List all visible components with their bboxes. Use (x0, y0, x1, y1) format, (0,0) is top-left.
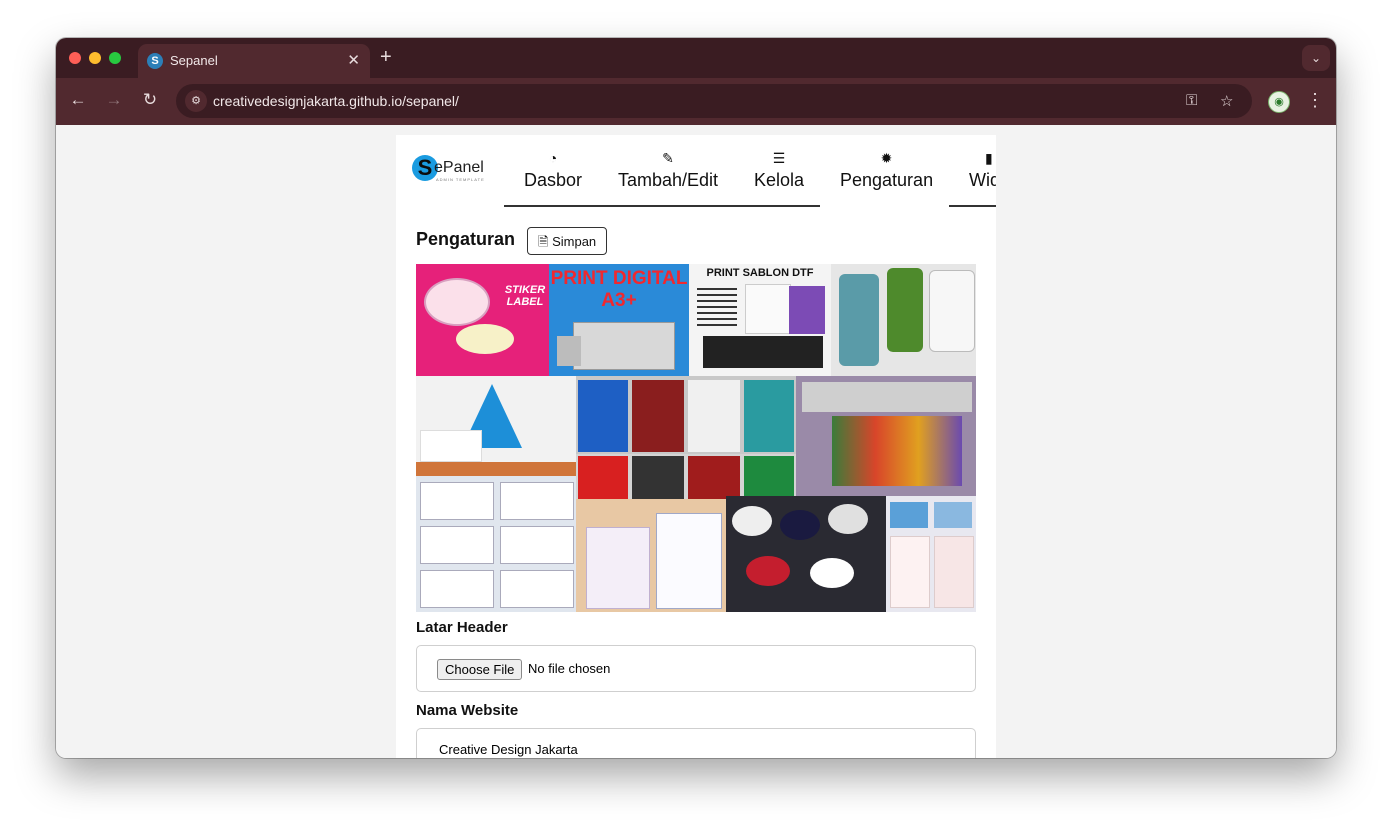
website-name-field (416, 728, 976, 758)
header-background-field: Choose File No file chosen (416, 645, 976, 692)
reload-icon[interactable]: ↻ (139, 89, 161, 111)
address-bar[interactable]: ⚙ creativedesignjakarta.github.io/sepane… (176, 84, 1252, 118)
collage-tile-id-cards (416, 476, 576, 612)
site-info-icon[interactable]: ⚙ (185, 90, 207, 112)
zoom-window-button[interactable] (109, 52, 121, 64)
collage-tile-mugs (886, 496, 976, 612)
logo-subtitle: ADMIN TEMPLATE (436, 177, 485, 182)
nav-item-kelola[interactable]: ☰ Kelola (752, 149, 806, 191)
nav-item-tambah-edit[interactable]: ✎ Tambah/Edit (618, 149, 718, 191)
nav-underline-left (504, 205, 820, 207)
header-background-label: Latar Header (416, 619, 508, 636)
new-tab-icon[interactable]: + (380, 46, 392, 68)
settings-icon: ✹ (880, 150, 893, 166)
page-viewport: S ePanel ADMIN TEMPLATE ◔ Dasbor ✎ Tamba… (56, 125, 1336, 758)
tab-search-icon[interactable]: ⌄ (1302, 45, 1330, 71)
collage-tile-tshirts-bottom (576, 454, 796, 499)
collage-tile-nota (576, 499, 726, 612)
tab-title: Sepanel (170, 53, 218, 68)
header-background-preview: STIKER LABEL PRINT DIGITAL A3+ PRINT SAB… (416, 264, 976, 612)
close-window-button[interactable] (69, 52, 81, 64)
nav-label-dasbor: Dasbor (524, 170, 583, 190)
browser-menu-icon[interactable]: ⋮ (1306, 90, 1324, 111)
sepanel-logo[interactable]: S ePanel ADMIN TEMPLATE (412, 155, 492, 183)
collage-caption-sticker: STIKER LABEL (504, 284, 546, 308)
sepanel-container: S ePanel ADMIN TEMPLATE ◔ Dasbor ✎ Tamba… (396, 135, 996, 758)
tab-strip: S Sepanel ✕ + ⌄ (56, 38, 1336, 78)
bookmark-star-icon[interactable]: ☆ (1220, 92, 1233, 110)
minimize-window-button[interactable] (89, 52, 101, 64)
collage-caption-sablon-dtf: PRINT SABLON DTF (706, 267, 814, 279)
collage-tile-stationery (416, 376, 576, 476)
document-icon: 🗎 (538, 234, 549, 249)
browser-tab[interactable]: S Sepanel ✕ (138, 44, 370, 78)
website-name-label: Nama Website (416, 702, 519, 719)
nav-label-pengaturan: Pengaturan (840, 170, 934, 190)
collage-tile-tumbler (831, 264, 976, 376)
page-title: Pengaturan (416, 229, 516, 249)
nav-underline-right (949, 205, 996, 207)
collage-tile-sticker: STIKER LABEL (416, 264, 549, 376)
collage-tile-tshirts-top (576, 376, 796, 454)
nav-item-widget[interactable]: ▮ Widget (969, 149, 996, 191)
collage-caption-print-digital: PRINT DIGITAL A3+ (550, 268, 688, 311)
browser-window: S Sepanel ✕ + ⌄ ← → ↻ ⚙ creativedesignja… (56, 38, 1336, 758)
file-status-text: No file chosen (528, 661, 611, 676)
nav-item-pengaturan[interactable]: ✹ Pengaturan (840, 149, 933, 191)
website-name-input[interactable] (437, 741, 961, 758)
edit-icon: ✎ (662, 150, 674, 166)
list-icon: ☰ (772, 150, 786, 166)
dashboard-icon: ◔ (548, 150, 558, 166)
nav-label-kelola: Kelola (753, 170, 805, 190)
choose-file-button[interactable]: Choose File (437, 659, 523, 680)
collage-tile-caps (726, 496, 886, 612)
nav-item-dasbor[interactable]: ◔ Dasbor (524, 149, 582, 191)
collage-tile-printer (796, 376, 976, 496)
browser-toolbar: ← → ↻ ⚙ creativedesignjakarta.github.io/… (56, 78, 1336, 125)
password-key-icon[interactable]: ⚿ (1186, 92, 1197, 109)
nav-label-tambah-edit: Tambah/Edit (618, 170, 719, 190)
forward-icon[interactable]: → (103, 89, 125, 111)
collage-tile-print-digital: PRINT DIGITAL A3+ (549, 264, 689, 376)
url-text[interactable]: creativedesignjakarta.github.io/sepanel/ (213, 93, 459, 109)
collage-tile-sablon-dtf: PRINT SABLON DTF (689, 264, 831, 376)
save-button-label: Simpan (552, 234, 597, 249)
profile-avatar-icon[interactable]: ◉ (1268, 91, 1290, 113)
sepanel-favicon-icon: S (147, 53, 163, 69)
widget-icon: ▮ (985, 150, 993, 166)
logo-text: ePanel (434, 159, 484, 176)
save-button[interactable]: 🗎 Simpan (527, 227, 608, 255)
close-tab-icon[interactable]: ✕ (347, 51, 360, 69)
nav-label-widget: Widget (969, 170, 996, 190)
back-icon[interactable]: ← (67, 89, 89, 111)
